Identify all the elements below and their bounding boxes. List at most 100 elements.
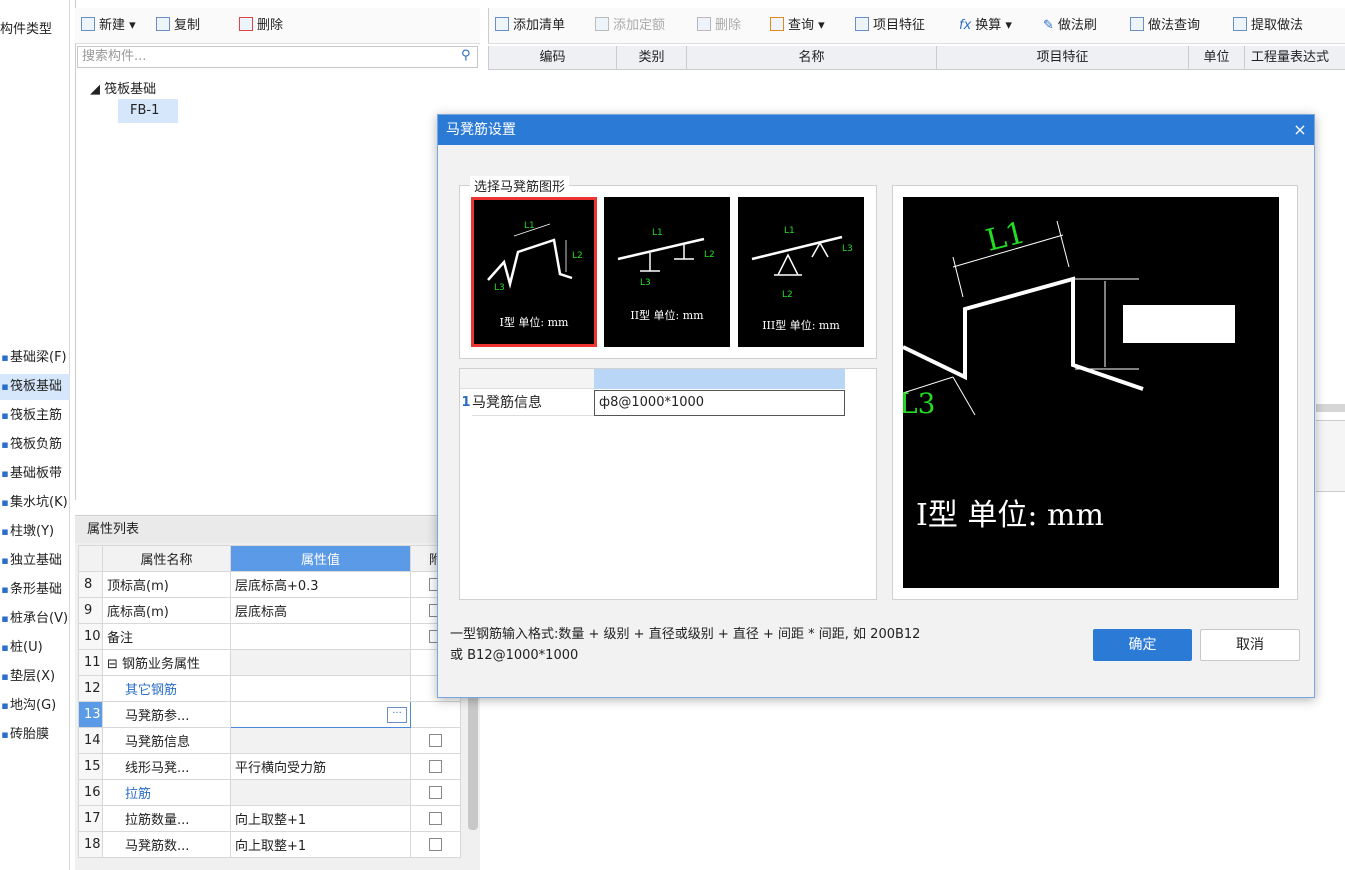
attr-extra [410,831,461,858]
hint-line-1: 一型钢筋输入格式:数量 + 级别 + 直径或级别 + 直径 + 间距 * 间距,… [450,627,921,642]
ok-button[interactable]: 确定 [1093,629,1192,661]
attr-value[interactable] [230,675,411,702]
attr-checkbox[interactable] [429,838,442,851]
attr-extra [410,753,461,780]
new-button[interactable]: 新建 ▾ [81,16,136,36]
category-item[interactable]: ▪条形基础 [0,577,70,603]
category-icon: ▪ [1,554,9,567]
svg-text:L2: L2 [782,290,793,300]
shape-option-type-1[interactable]: L1 L2 L3 I型 单位: mm [471,197,597,347]
grid-row-name: 马凳筋信息 [472,390,594,416]
attr-col-num [78,545,103,572]
method-brush-button[interactable]: ✎ 做法刷 [1043,16,1097,36]
query-icon [770,17,784,31]
lower-panel-stub [1316,420,1345,492]
attr-name: 拉筋 [125,787,152,802]
list-toolbar: 添加清单 添加定额 删除 查询 ▾ 项目特征 fx 换算 ▾ ✎ 做法刷 做法查询 … [488,8,1345,44]
query-button[interactable]: 查询 ▾ [770,16,825,36]
add-list-button[interactable]: 添加清单 [495,16,565,36]
attr-value[interactable]: 平行横向受力筋 [230,753,411,780]
category-item[interactable]: ▪集水坑(K) [0,490,70,516]
attr-row[interactable]: 9 底标高(m) 层底标高 [78,597,461,624]
shape-option-type-2[interactable]: L1 L2 L3 II型 单位: mm [604,197,730,347]
attr-row-number: 13 [78,701,103,728]
category-icon: ▪ [1,380,9,393]
attr-row[interactable]: 10 备注 [78,623,461,650]
attr-value[interactable] [230,623,411,650]
attr-name: 顶标高(m) [107,579,169,594]
ellipsis-button[interactable]: ··· [387,706,407,723]
method-query-button[interactable]: 做法查询 [1130,16,1200,36]
attr-row[interactable]: 17 拉筋数量... 向上取整+1 [78,805,461,832]
attr-value[interactable] [230,727,411,754]
attr-name: 马凳筋信息 [125,735,191,750]
attr-row-number: 12 [78,675,103,702]
category-item[interactable]: ▪独立基础 [0,548,70,574]
attr-extra [410,727,461,754]
rebar-info-input[interactable]: ф8@1000*1000 [594,390,845,416]
attr-row[interactable]: 12 其它钢筋 [78,675,461,702]
category-item[interactable]: ▪基础板带 [0,461,70,487]
attr-row[interactable]: 15 线形马凳... 平行横向受力筋 [78,753,461,780]
attr-value-text: 层底标高+0.3 [235,579,319,594]
attr-checkbox[interactable] [429,786,442,799]
convert-button[interactable]: fx 换算 ▾ [959,16,1012,36]
attr-value[interactable]: ··· [230,701,411,728]
category-item[interactable]: ▪筏板负筋 [0,432,70,458]
attr-row[interactable]: 16 拉筋 [78,779,461,806]
category-item[interactable]: ▪地沟(G) [0,693,70,719]
list-col-code: 编码 [489,46,617,70]
search-icon[interactable]: ⚲ [461,48,471,63]
attr-checkbox[interactable] [429,812,442,825]
copy-button[interactable]: 复制 [156,16,200,36]
category-item[interactable]: ▪垫层(X) [0,664,70,690]
svg-text:L3: L3 [842,244,853,254]
tree-node-root[interactable]: ◢ 筏板基础 [90,78,156,97]
component-search-input[interactable]: 搜索构件... [77,46,478,68]
category-item[interactable]: ▪筏板基础 [0,374,70,400]
shape-option-type-3[interactable]: L1 L3 L2 III型 单位: mm [738,197,864,347]
attr-value-text: 层底标高 [235,605,288,620]
category-item[interactable]: ▪桩承台(V) [0,606,70,632]
attr-name: 线形马凳... [125,761,190,776]
delete-icon [697,17,711,31]
attr-checkbox[interactable] [429,760,442,773]
attr-row[interactable]: 18 马凳筋数... 向上取整+1 [78,831,461,858]
category-label: 垫层(X) [10,669,56,684]
category-icon: ▪ [1,699,9,712]
delete-button[interactable]: 删除 [239,16,283,36]
category-item[interactable]: ▪基础梁(F) [0,345,70,371]
category-icon: ▪ [1,496,9,509]
cancel-button[interactable]: 取消 [1200,629,1300,661]
attr-row[interactable]: 14 马凳筋信息 [78,727,461,754]
attr-name: 其它钢筋 [125,683,178,698]
attr-row-number: 16 [78,779,103,806]
category-item[interactable]: ▪筏板主筋 [0,403,70,429]
attr-col-value: 属性值 [230,545,411,572]
attr-value[interactable]: 层底标高 [230,597,411,624]
attr-row[interactable]: 8 顶标高(m) 层底标高+0.3 [78,571,461,598]
category-label: 筏板主筋 [10,408,63,423]
splitter[interactable] [1316,404,1345,412]
tree-node-child[interactable]: FB-1 [118,99,178,123]
attr-value[interactable]: 向上取整+1 [230,831,411,858]
attr-value[interactable] [230,649,411,676]
item-feature-button[interactable]: 项目特征 [855,16,925,36]
svg-text:L2: L2 [572,251,583,261]
close-icon[interactable]: × [1290,115,1310,145]
category-item[interactable]: ▪桩(U) [0,635,70,661]
collapse-icon[interactable]: ⊟ [107,657,122,672]
category-item[interactable]: ▪砖胎膜 [0,722,70,748]
attr-value[interactable]: 向上取整+1 [230,805,411,832]
preview-label-l1: L1 [982,215,1028,258]
attr-row[interactable]: 11 ⊟ 钢筋业务属性 [78,649,461,676]
attr-row[interactable]: 13 马凳筋参... ··· [78,701,461,728]
attr-value[interactable]: 层底标高+0.3 [230,571,411,598]
attr-checkbox[interactable] [429,734,442,747]
attr-value[interactable] [230,779,411,806]
extract-method-button[interactable]: 提取做法 [1233,16,1303,36]
grid-row-number: 1 [461,395,471,410]
category-item[interactable]: ▪柱墩(Y) [0,519,70,545]
category-label: 砖胎膜 [10,727,50,742]
category-icon: ▪ [1,670,9,683]
